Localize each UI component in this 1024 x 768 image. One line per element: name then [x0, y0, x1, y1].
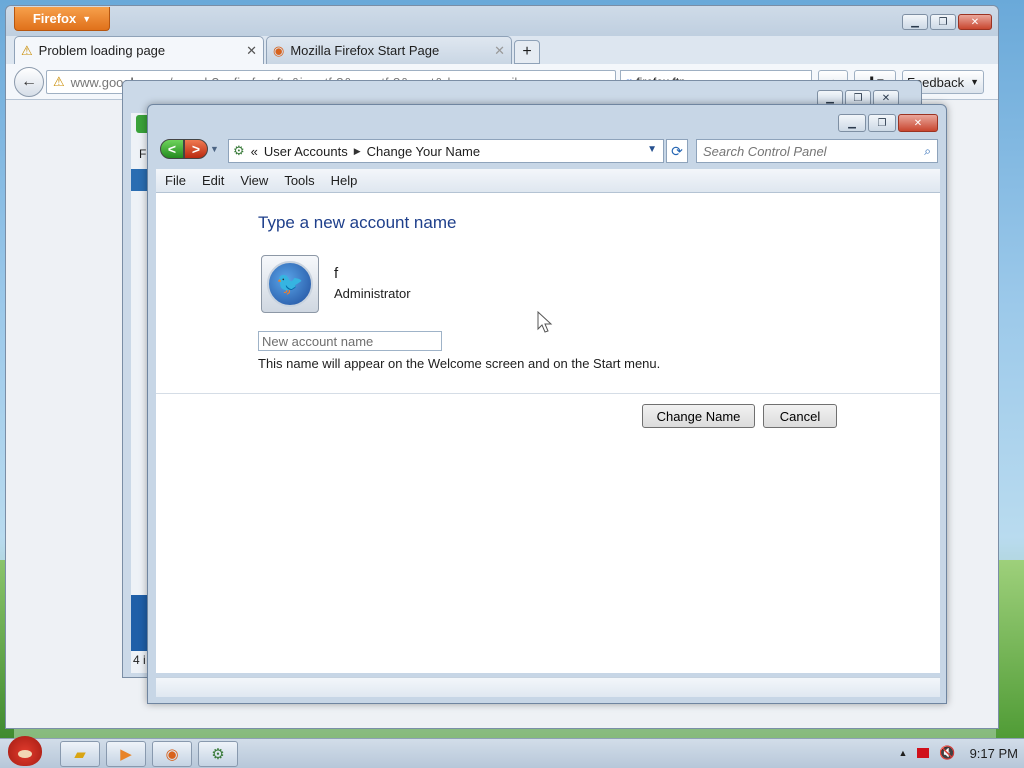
start-button[interactable]	[2, 733, 48, 768]
control-panel-icon: ⚙	[211, 746, 225, 763]
taskbar-media-player[interactable]: ▶	[106, 741, 146, 767]
minimize-button[interactable]: ▁	[902, 14, 928, 30]
firefox-titlebar: Firefox ▼ ▁ ❐ ✕	[6, 6, 998, 36]
minimize-button[interactable]: ▁	[838, 114, 866, 132]
arrow-left-icon: <	[167, 141, 177, 157]
account-role: Administrator	[334, 286, 411, 301]
clock[interactable]: 9:17 PM	[970, 746, 1018, 761]
status-bar	[156, 677, 940, 697]
control-panel-icon: ⚙	[233, 143, 245, 158]
media-player-icon: ▶	[120, 746, 132, 763]
cancel-button[interactable]: Cancel	[763, 404, 837, 428]
divider	[156, 393, 940, 394]
arrow-right-icon: >	[191, 141, 201, 157]
menu-help[interactable]: Help	[331, 173, 358, 188]
avatar: 🐦	[261, 255, 319, 313]
hint-text: This name will appear on the Welcome scr…	[258, 356, 661, 371]
speaker-muted-icon[interactable]: 🔇	[939, 745, 955, 761]
control-panel-navbar: < > ▼ ⚙ « User Accounts ▶ Change Your Na…	[156, 137, 940, 165]
chevron-down-icon: ▼	[970, 77, 979, 87]
control-panel-content: Type a new account name 🐦 f Administrato…	[156, 193, 940, 673]
close-button[interactable]: ✕	[958, 14, 992, 30]
account-name: f	[334, 265, 339, 282]
warning-icon: ⚠	[21, 42, 33, 58]
refresh-icon: ⟳	[671, 142, 683, 159]
tab-label: Problem loading page	[38, 43, 166, 58]
search-input[interactable]	[703, 143, 925, 159]
close-button[interactable]: ✕	[898, 114, 938, 132]
folder-icon: ▰	[74, 746, 86, 763]
firefox-menu-button[interactable]: Firefox ▼	[14, 7, 110, 31]
breadcrumb-user-accounts[interactable]: User Accounts	[264, 144, 348, 159]
status-count: 4 i	[133, 653, 146, 667]
tab-firefox-start-page[interactable]: ◉ Mozilla Firefox Start Page ✕	[266, 36, 512, 64]
refresh-button[interactable]: ⟳	[666, 139, 688, 163]
search-control-panel-field[interactable]: ⌕	[696, 139, 938, 163]
back-button[interactable]: ←	[14, 67, 44, 97]
menu-file[interactable]: File	[165, 173, 186, 188]
taskbar-control-panel[interactable]: ⚙	[198, 741, 238, 767]
maximize-button[interactable]: ❐	[868, 114, 896, 132]
control-panel-window: ▁ ❐ ✕ < > ▼ ⚙ « User Accounts ▶ Change Y…	[147, 104, 947, 704]
chevron-down-icon: ▼	[82, 13, 92, 24]
action-center-flag-icon[interactable]	[917, 748, 930, 758]
tab-label: Mozilla Firefox Start Page	[290, 43, 440, 58]
system-tray: ▲ 🔇 9:17 PM	[898, 745, 1018, 761]
mouse-pointer-icon	[537, 311, 553, 333]
change-name-button[interactable]: Change Name	[642, 404, 755, 428]
breadcrumb-change-your-name[interactable]: Change Your Name	[367, 144, 480, 159]
chevron-right-icon[interactable]: ▶	[354, 146, 361, 157]
search-icon[interactable]: ⌕	[924, 144, 931, 159]
page-title: Type a new account name	[258, 213, 457, 232]
new-tab-button[interactable]: +	[514, 40, 540, 64]
new-account-name-input[interactable]	[258, 331, 442, 351]
taskbar: ▰ ▶ ◉ ⚙ ▲ 🔇 9:17 PM	[0, 736, 1024, 768]
tab-strip: ⚠ Problem loading page ✕ ◉ Mozilla Firef…	[14, 36, 540, 64]
close-icon[interactable]: ✕	[246, 43, 257, 59]
menu-edit[interactable]: Edit	[202, 173, 224, 188]
control-panel-window-controls: ▁ ❐ ✕	[838, 114, 938, 132]
desktop-wallpaper-right	[996, 560, 1024, 740]
chevron-down-icon[interactable]: ▼	[647, 144, 657, 155]
firefox-menu-label: Firefox	[32, 11, 77, 26]
user-picture-icon: 🐦	[267, 261, 313, 307]
taskbar-explorer[interactable]: ▰	[60, 741, 100, 767]
menu-view[interactable]: View	[240, 173, 268, 188]
tab-problem-loading[interactable]: ⚠ Problem loading page ✕	[14, 36, 264, 64]
breadcrumb[interactable]: ⚙ « User Accounts ▶ Change Your Name ▼	[228, 139, 664, 163]
menu-file-partial[interactable]: F	[139, 147, 146, 161]
show-hidden-icons-button[interactable]: ▲	[898, 748, 907, 758]
firefox-window-controls: ▁ ❐ ✕	[902, 14, 992, 30]
close-icon[interactable]: ✕	[494, 43, 505, 59]
menu-bar: File Edit View Tools Help	[156, 169, 940, 193]
back-button[interactable]: <	[160, 139, 184, 159]
taskbar-firefox[interactable]: ◉	[152, 741, 192, 767]
breadcrumb-prefix[interactable]: «	[251, 144, 258, 159]
forward-button[interactable]: >	[184, 139, 208, 159]
warning-icon: ⚠	[53, 74, 65, 89]
nav-arrows: < > ▼	[160, 139, 219, 159]
firefox-icon: ◉	[273, 42, 285, 58]
angry-bird-icon	[8, 736, 42, 766]
maximize-button[interactable]: ❐	[930, 14, 956, 30]
menu-tools[interactable]: Tools	[284, 173, 314, 188]
recent-pages-dropdown[interactable]: ▼	[210, 144, 219, 154]
firefox-icon: ◉	[165, 746, 179, 763]
